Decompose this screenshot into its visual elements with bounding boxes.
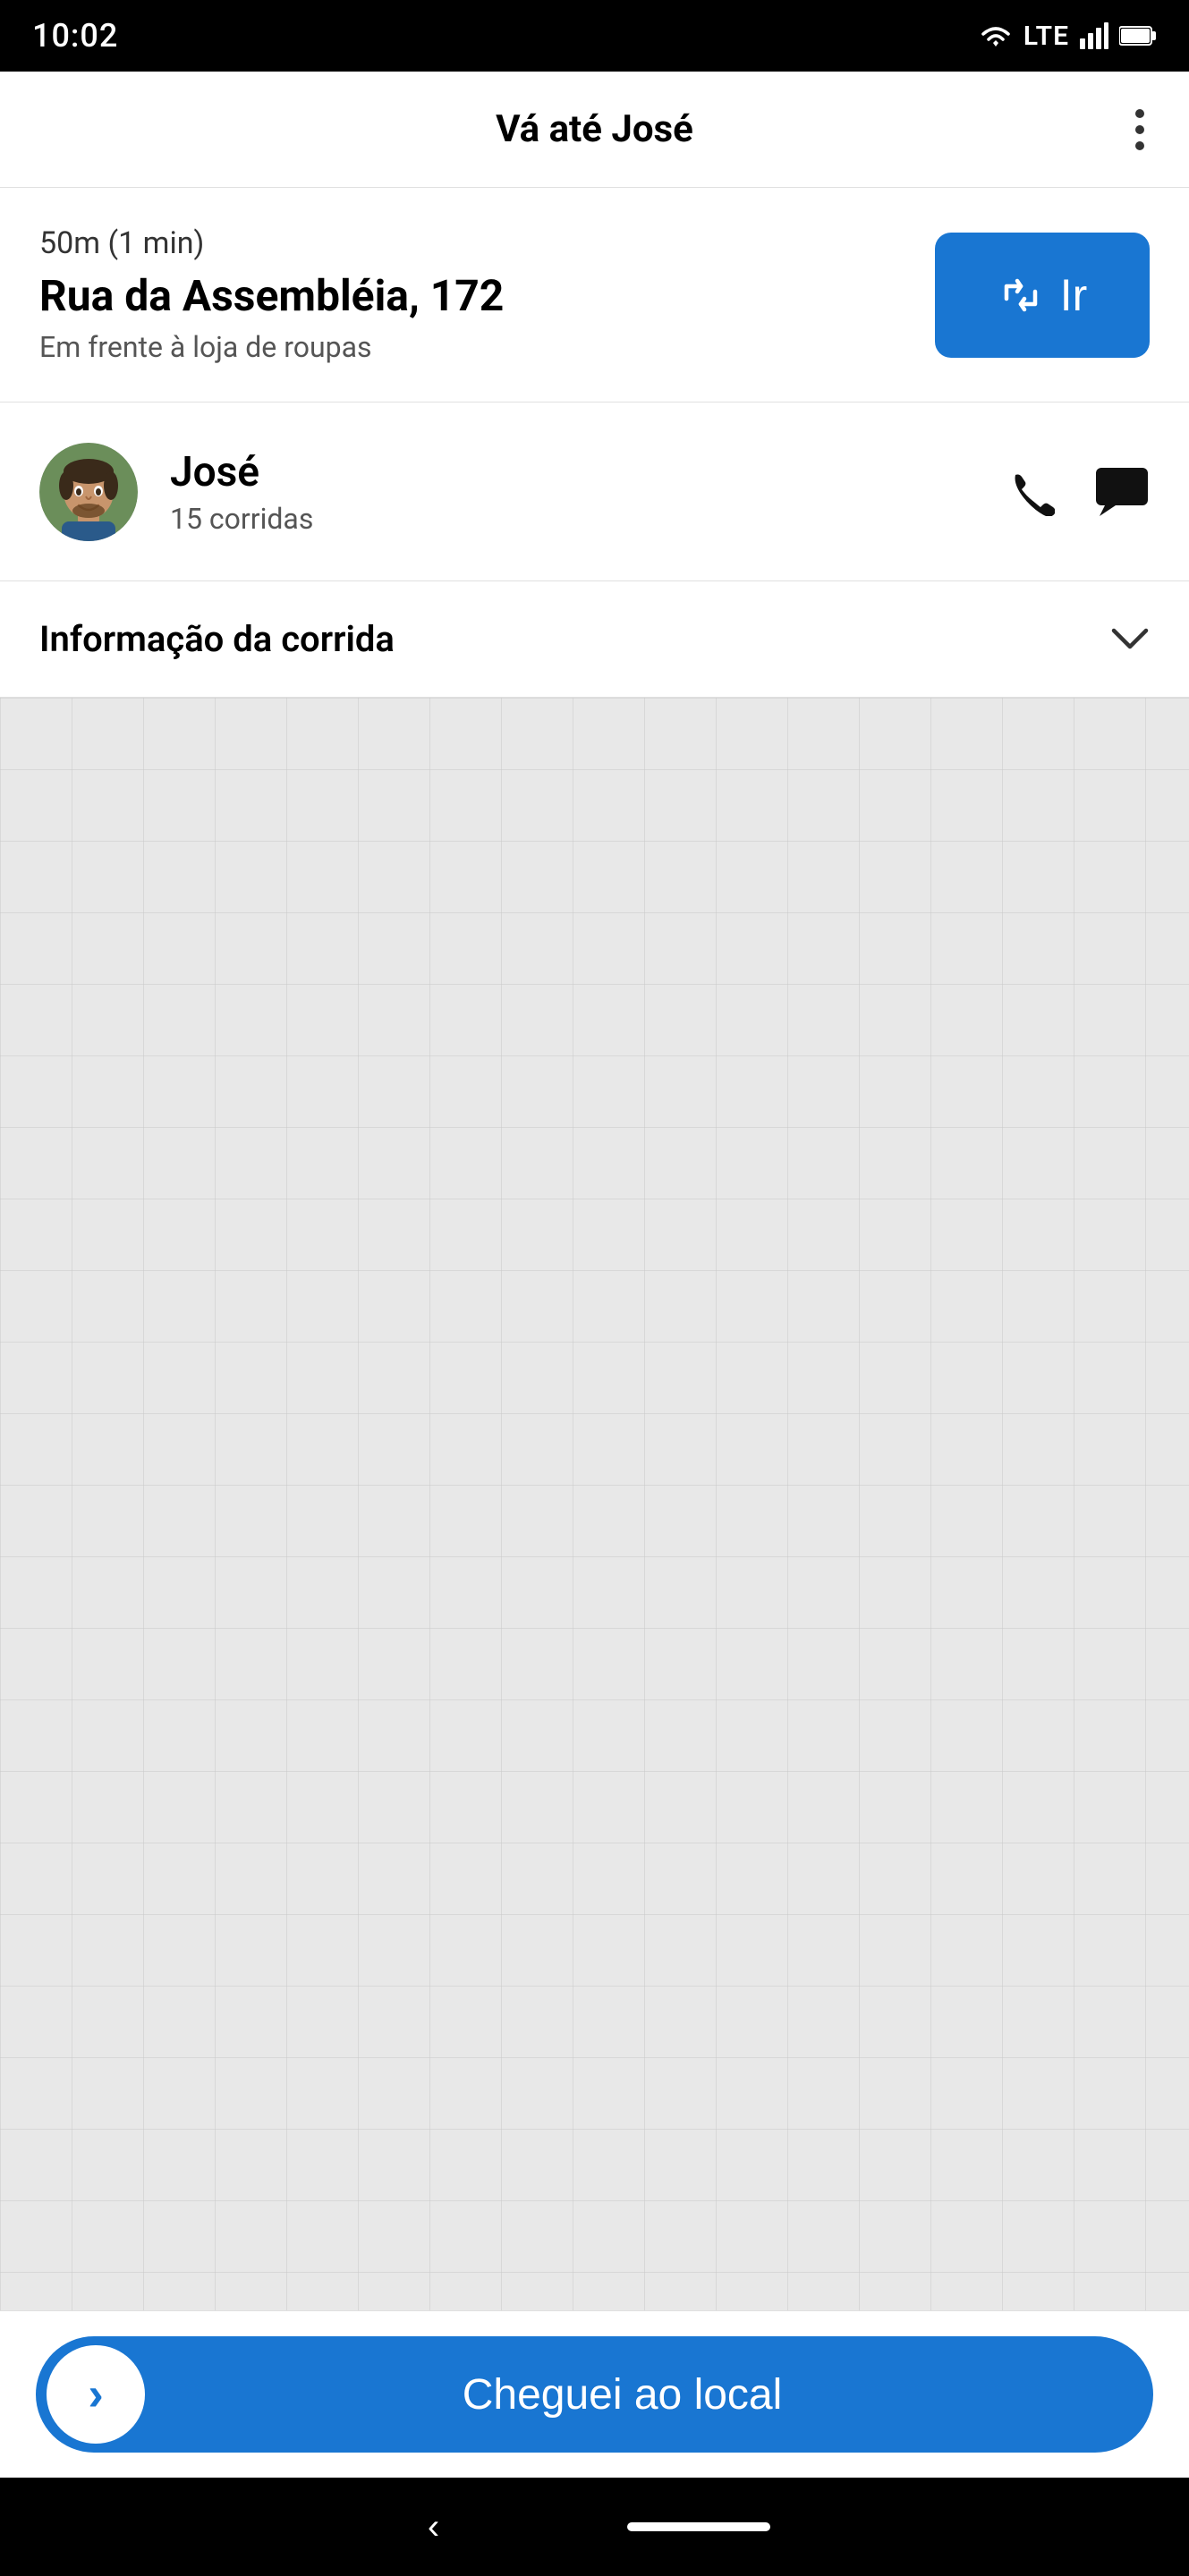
menu-dot-3 — [1135, 141, 1144, 150]
status-bar: 10:02 LTE — [0, 0, 1189, 72]
passenger-name: José — [170, 448, 1006, 496]
page-title: Vá até José — [496, 107, 693, 151]
battery-icon — [1119, 25, 1157, 47]
navigation-section: 50m (1 min) Rua da Assembléia, 172 Em fr… — [0, 188, 1189, 402]
directions-icon — [998, 272, 1044, 318]
chevron-down-icon — [1110, 627, 1150, 652]
lte-label: LTE — [1023, 21, 1069, 52]
back-button[interactable]: ‹ — [419, 2498, 448, 2556]
nav-address: Rua da Assembléia, 172 — [39, 270, 908, 322]
ride-info-label: Informação da corrida — [39, 618, 395, 660]
wifi-icon — [979, 21, 1013, 50]
menu-dot-1 — [1135, 109, 1144, 118]
passenger-rides: 15 corridas — [170, 502, 1006, 536]
call-button[interactable] — [1006, 468, 1055, 516]
nav-info: 50m (1 min) Rua da Assembléia, 172 Em fr… — [39, 225, 908, 365]
passenger-avatar-image — [39, 443, 138, 541]
go-button[interactable]: Ir — [935, 233, 1150, 358]
bottom-cta: › Cheguei ao local — [0, 2310, 1189, 2478]
route-icon — [998, 272, 1044, 318]
chevron-right-icon: › — [88, 2368, 103, 2421]
status-icons: LTE — [979, 21, 1157, 52]
map-area — [0, 698, 1189, 2310]
chat-icon — [1094, 466, 1150, 518]
home-indicator — [627, 2522, 770, 2531]
bottom-nav-bar: ‹ — [0, 2478, 1189, 2576]
nav-distance: 50m (1 min) — [39, 225, 908, 261]
status-time: 10:02 — [32, 17, 118, 55]
avatar — [39, 443, 138, 541]
more-options-button[interactable] — [1126, 100, 1153, 159]
toolbar: Vá até José — [0, 72, 1189, 188]
passenger-info: José 15 corridas — [170, 448, 1006, 536]
arrived-button[interactable]: › Cheguei ao local — [36, 2336, 1153, 2453]
phone-icon — [1006, 468, 1055, 516]
arrived-arrow-circle: › — [47, 2345, 145, 2444]
signal-icon — [1080, 22, 1108, 49]
passenger-section: José 15 corridas — [0, 402, 1189, 581]
chat-button[interactable] — [1094, 466, 1150, 518]
go-button-label: Ir — [1060, 269, 1088, 321]
passenger-actions — [1006, 466, 1150, 518]
nav-landmark: Em frente à loja de roupas — [39, 330, 908, 364]
menu-dot-2 — [1135, 125, 1144, 134]
app-container: Vá até José 50m (1 min) Rua da Assembléi… — [0, 72, 1189, 2478]
ride-info-section[interactable]: Informação da corrida — [0, 581, 1189, 698]
chevron-svg — [1110, 627, 1150, 652]
arrived-label: Cheguei ao local — [145, 2370, 1153, 2419]
